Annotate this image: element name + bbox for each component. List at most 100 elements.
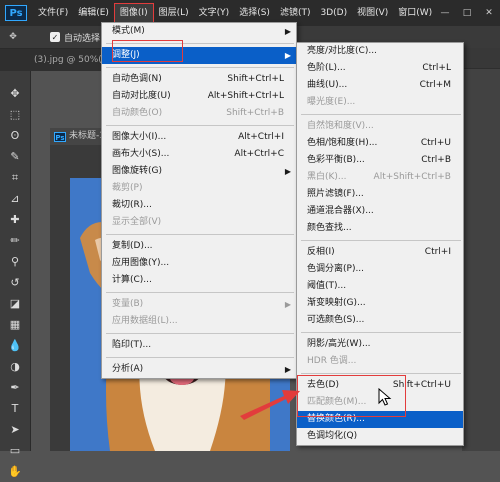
minimize-button[interactable]: — <box>434 0 456 26</box>
menu-item-shortcut: Shift+Ctrl+B <box>226 108 284 118</box>
image-menu-item[interactable]: 画布大小(S)... Alt+Ctrl+C <box>102 146 296 163</box>
image-menu-item[interactable]: 应用图像(Y)... <box>102 255 296 272</box>
photoshop-logo: Ps <box>5 5 27 21</box>
pen-icon[interactable]: ✒ <box>0 377 30 398</box>
adjust-menu-item[interactable]: 曲线(U)... Ctrl+M <box>297 77 463 94</box>
stamp-icon[interactable]: ⚲ <box>0 251 30 272</box>
adjust-menu-item: 自然饱和度(V)... <box>297 118 463 135</box>
healing-icon[interactable]: ✚ <box>0 209 30 230</box>
menu-separator <box>301 373 461 374</box>
crop-icon[interactable]: ⌗ <box>0 167 30 188</box>
auto-select-checkbox[interactable]: ✓ <box>50 32 60 42</box>
menu-item-label: 计算(C)... <box>112 275 152 285</box>
menubar-item-7[interactable]: 3D(D) <box>315 0 352 26</box>
menu-item-label: 匹配颜色(M)... <box>307 397 367 407</box>
hand-icon[interactable]: ✋ <box>0 461 30 482</box>
menu-item-shortcut: Alt+Ctrl+I <box>238 132 284 142</box>
menu-item-shortcut: Ctrl+I <box>424 247 451 257</box>
menu-item-label: 亮度/对比度(C)... <box>307 46 377 56</box>
menu-item-label: 色相/饱和度(H)... <box>307 138 378 148</box>
menu-item-label: 图像旋转(G) <box>112 166 162 176</box>
adjust-menu-item[interactable]: 色调分离(P)... <box>297 261 463 278</box>
adjust-menu-item[interactable]: 色调均化(Q) <box>297 428 463 445</box>
adjust-menu-item[interactable]: 可选颜色(S)... <box>297 312 463 329</box>
menu-item-shortcut: Alt+Shift+Ctrl+B <box>373 172 451 182</box>
menu-item-label: 裁切(R)... <box>112 200 152 210</box>
menu-item-label: 色调均化(Q) <box>307 431 358 441</box>
maximize-button[interactable]: □ <box>456 0 478 26</box>
menu-item-label: 应用数据组(L)... <box>112 316 178 326</box>
menubar-item-9[interactable]: 窗口(W) <box>393 0 437 26</box>
adjust-menu-item[interactable]: 替换颜色(R)... <box>297 411 463 428</box>
image-menu-item[interactable]: 调整(J) ▶ <box>102 47 296 64</box>
tools-panel: ✥ ⬚ ʘ ✎ ⌗ ⊿ ✚ ✏ ⚲ ↺ ◪ ▦ 💧 ◑ ✒ T ➤ ▭ ✋ <box>0 71 31 478</box>
menu-item-label: 通道混合器(X)... <box>307 206 374 216</box>
adjust-menu-item: HDR 色调... <box>297 353 463 370</box>
menu-item-label: 陷印(T)... <box>112 340 152 350</box>
image-menu-item[interactable]: 分析(A) ▶ <box>102 361 296 378</box>
path-select-icon[interactable]: ➤ <box>0 419 30 440</box>
adjust-menu-item[interactable]: 通道混合器(X)... <box>297 203 463 220</box>
menu-item-label: 去色(D) <box>307 380 339 390</box>
menu-item-shortcut: Shift+Ctrl+U <box>392 380 451 390</box>
dodge-icon[interactable]: ◑ <box>0 356 30 377</box>
image-menu-item[interactable]: 图像旋转(G) ▶ <box>102 163 296 180</box>
image-menu-item[interactable]: 图像大小(I)... Alt+Ctrl+I <box>102 129 296 146</box>
menu-item-label: 模式(M) <box>112 26 145 36</box>
menu-item-label: 色阶(L)... <box>307 63 346 73</box>
menu-separator <box>106 357 294 358</box>
menu-item-shortcut: Alt+Shift+Ctrl+L <box>207 91 284 101</box>
auto-select-label: 自动选择: <box>64 33 104 44</box>
menu-item-shortcut: Shift+Ctrl+L <box>227 74 284 84</box>
image-menu-item[interactable]: 模式(M) ▶ <box>102 23 296 40</box>
blur-icon[interactable]: 💧 <box>0 335 30 356</box>
menu-item-label: 颜色查找... <box>307 223 352 233</box>
adjust-menu-item[interactable]: 色相/饱和度(H)... Ctrl+U <box>297 135 463 152</box>
menu-item-label: 显示全部(V) <box>112 217 162 227</box>
close-button[interactable]: ✕ <box>478 0 500 26</box>
menu-item-shortcut: Alt+Ctrl+C <box>234 149 284 159</box>
menu-separator <box>301 114 461 115</box>
lasso-icon[interactable]: ʘ <box>0 125 30 146</box>
adjust-menu-item[interactable]: 色阶(L)... Ctrl+L <box>297 60 463 77</box>
panel-tab-strip <box>462 48 500 69</box>
image-menu-item: 显示全部(V) <box>102 214 296 231</box>
adjust-menu-item[interactable]: 亮度/对比度(C)... <box>297 43 463 60</box>
adjust-menu-item[interactable]: 颜色查找... <box>297 220 463 237</box>
menu-separator <box>106 333 294 334</box>
menubar-item-2[interactable]: 图像(I) <box>113 3 154 23</box>
image-menu-item[interactable]: 计算(C)... <box>102 272 296 289</box>
brush-icon[interactable]: ✏ <box>0 230 30 251</box>
adjust-menu-item[interactable]: 阈值(T)... <box>297 278 463 295</box>
menubar-item-0[interactable]: 文件(F) <box>33 0 73 26</box>
adjust-menu-item[interactable]: 反相(I) Ctrl+I <box>297 244 463 261</box>
image-menu-item[interactable]: 陷印(T)... <box>102 337 296 354</box>
menu-item-label: 黑白(K)... <box>307 172 347 182</box>
window-controls: — □ ✕ <box>434 0 500 26</box>
move-icon[interactable]: ✥ <box>0 83 30 104</box>
quick-select-icon[interactable]: ✎ <box>0 146 30 167</box>
menu-item-label: 色调分离(P)... <box>307 264 365 274</box>
menu-item-label: 阴影/高光(W)... <box>307 339 371 349</box>
submenu-arrow-icon: ▶ <box>284 27 291 36</box>
gradient-icon[interactable]: ▦ <box>0 314 30 335</box>
image-menu-item[interactable]: 复制(D)... <box>102 238 296 255</box>
menu-item-label: 裁剪(P) <box>112 183 143 193</box>
menubar-item-8[interactable]: 视图(V) <box>352 0 393 26</box>
adjust-menu-item[interactable]: 照片滤镜(F)... <box>297 186 463 203</box>
menu-separator <box>106 67 294 68</box>
image-menu-item[interactable]: 自动对比度(U) Alt+Shift+Ctrl+L <box>102 88 296 105</box>
adjust-menu-item[interactable]: 渐变映射(G)... <box>297 295 463 312</box>
image-menu-item[interactable]: 自动色调(N) Shift+Ctrl+L <box>102 71 296 88</box>
history-brush-icon[interactable]: ↺ <box>0 272 30 293</box>
adjust-menu-item[interactable]: 色彩平衡(B)... Ctrl+B <box>297 152 463 169</box>
image-menu-item[interactable]: 裁切(R)... <box>102 197 296 214</box>
eraser-icon[interactable]: ◪ <box>0 293 30 314</box>
menu-item-label: 自动颜色(O) <box>112 108 163 118</box>
menu-item-label: 曝光度(E)... <box>307 97 356 107</box>
adjust-menu-item[interactable]: 阴影/高光(W)... <box>297 336 463 353</box>
marquee-icon[interactable]: ⬚ <box>0 104 30 125</box>
type-icon[interactable]: T <box>0 398 30 419</box>
eyedropper-icon[interactable]: ⊿ <box>0 188 30 209</box>
menu-item-shortcut: Ctrl+B <box>421 155 451 165</box>
